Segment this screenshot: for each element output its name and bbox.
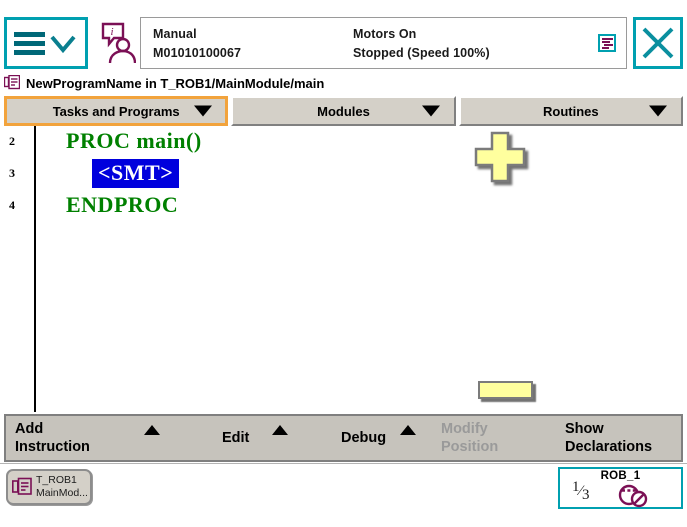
- selector-tab-row: Tasks and Programs Modules Routines: [4, 96, 683, 126]
- edit-label: Edit: [222, 430, 250, 446]
- tab-tasks-and-programs-label: Tasks and Programs: [52, 103, 180, 119]
- hamburger-icon: [14, 31, 45, 55]
- chevron-down-icon: [194, 105, 213, 117]
- action-toolbar: Add Instruction Edit Debug Modify Positi…: [4, 414, 683, 462]
- add-instruction-button[interactable]: Add Instruction: [6, 416, 176, 460]
- edit-button[interactable]: Edit: [176, 416, 304, 460]
- taskbar-item-line1: T_ROB1: [36, 474, 77, 486]
- jog-numerator: 1: [572, 479, 580, 495]
- svg-text:i: i: [110, 26, 113, 38]
- tab-tasks-and-programs[interactable]: Tasks and Programs: [4, 96, 229, 126]
- close-icon: [642, 27, 674, 59]
- modify-position-button: Modify Position: [432, 416, 556, 460]
- status-right-column: Motors On Stopped (Speed 100%): [353, 27, 490, 60]
- task-glyph-icon: [601, 37, 613, 49]
- chevron-down-icon: [421, 105, 440, 117]
- operator-info-button[interactable]: i: [92, 17, 140, 69]
- line-number: 2: [9, 133, 15, 148]
- tab-modules-label: Modules: [317, 103, 370, 119]
- code-line[interactable]: 4 ENDPROC: [4, 190, 683, 220]
- run-state-value: Stopped (Speed 100%): [353, 45, 490, 60]
- chevron-up-icon: [272, 425, 288, 435]
- taskbar-item-line2: MainMod...: [36, 487, 88, 499]
- modify-position-label-line1: Modify: [441, 421, 488, 437]
- add-instruction-label-line2: Instruction: [15, 439, 90, 455]
- breadcrumb-text: NewProgramName in T_ROB1/MainModule/main: [26, 75, 325, 91]
- chevron-up-icon: [144, 425, 160, 435]
- code-line[interactable]: 2 PROC main(): [4, 126, 683, 156]
- code-text-selected[interactable]: <SMT>: [92, 158, 180, 188]
- code-editor[interactable]: 2 PROC main() 3 <SMT> 4 ENDPROC: [4, 126, 683, 412]
- close-button[interactable]: [633, 17, 683, 69]
- jog-denominator: 3: [582, 487, 590, 503]
- jog-status-panel[interactable]: ROB_1 1⁄3: [558, 467, 683, 509]
- code-line-selected[interactable]: 3 <SMT>: [4, 158, 683, 188]
- status-header: i Manual M01010100067 Motors On Stopped …: [4, 17, 683, 69]
- jog-axis-group-indicator: 1⁄3: [572, 479, 590, 503]
- debug-button[interactable]: Debug: [304, 416, 432, 460]
- taskbar: T_ROB1 MainMod... ROB_1 1⁄3: [0, 463, 687, 527]
- operating-mode-value: Manual: [153, 26, 197, 41]
- code-text[interactable]: PROC main(): [66, 128, 202, 154]
- jog-disabled-icon: [618, 484, 648, 508]
- status-left-column: Manual M01010100067: [153, 27, 353, 60]
- status-panel[interactable]: Manual M01010100067 Motors On Stopped (S…: [140, 17, 627, 69]
- show-declarations-label-line2: Declarations: [565, 439, 653, 455]
- controller-id-value: M01010100067: [153, 45, 242, 60]
- chevron-down-icon: [50, 35, 76, 54]
- show-declarations-label-line1: Show: [565, 421, 604, 437]
- tab-routines-label: Routines: [543, 103, 599, 119]
- tab-modules[interactable]: Modules: [231, 96, 456, 126]
- chevron-up-icon: [400, 425, 416, 435]
- scroll-bar-handle[interactable]: [478, 381, 533, 399]
- breadcrumb: NewProgramName in T_ROB1/MainModule/main: [4, 72, 683, 94]
- operator-info-icon: i: [101, 22, 136, 64]
- line-number: 4: [9, 197, 15, 212]
- motors-state-value: Motors On: [353, 26, 417, 41]
- program-module-icon: [12, 477, 32, 495]
- scroll-pad-cross-icon[interactable]: [474, 131, 526, 183]
- flexpendant-app: i Manual M01010100067 Motors On Stopped …: [0, 0, 687, 527]
- tab-routines[interactable]: Routines: [458, 96, 683, 126]
- taskbar-item-program-editor[interactable]: T_ROB1 MainMod...: [6, 469, 92, 505]
- debug-label: Debug: [341, 430, 387, 446]
- modify-position-label-line2: Position: [441, 439, 499, 455]
- program-module-icon: [4, 74, 20, 89]
- main-menu-button[interactable]: [4, 17, 88, 69]
- code-text[interactable]: ENDPROC: [66, 192, 178, 218]
- line-number: 3: [9, 165, 15, 180]
- chevron-down-icon: [648, 105, 667, 117]
- program-task-icon[interactable]: [598, 34, 616, 52]
- show-declarations-button[interactable]: Show Declarations: [556, 416, 676, 460]
